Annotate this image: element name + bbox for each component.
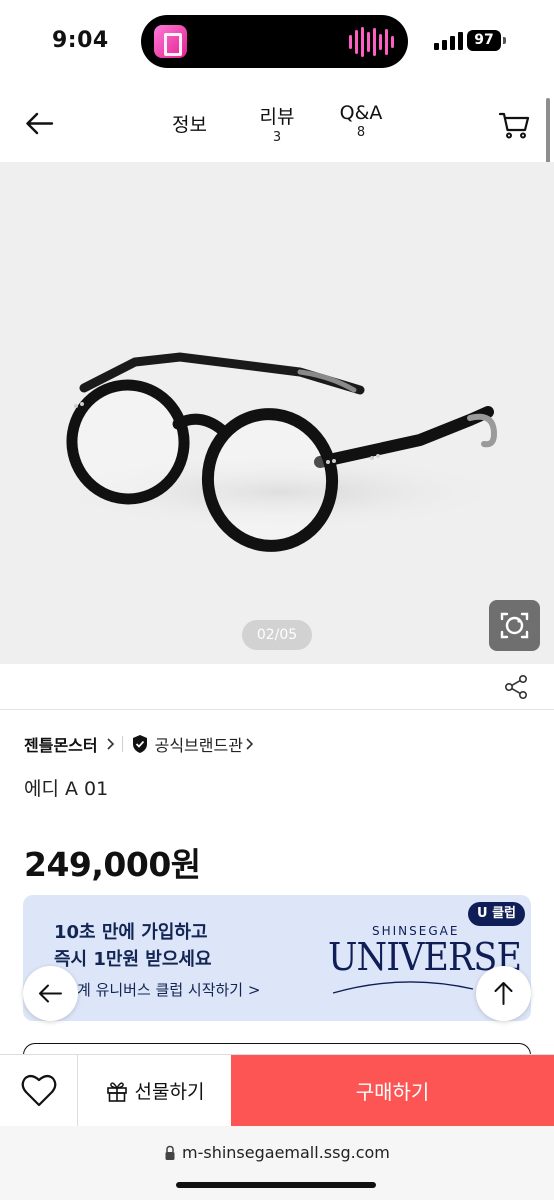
eyeglasses-product-image [50,352,510,552]
chevron-right-icon [246,738,254,750]
tab-info-label: 정보 [172,114,207,136]
shopping-cart-icon [498,112,530,139]
scroll-to-top-button[interactable] [476,966,531,1021]
universe-club-banner[interactable]: 10초 만에 가입하고 즉시 1만원 받으세요 계 유니버스 클럽 시작하기 >… [23,895,531,1021]
floating-back-button[interactable] [23,966,78,1021]
buy-button[interactable]: 구매하기 [231,1055,554,1126]
product-name: 에디 A 01 [24,778,109,800]
buy-button-label: 구매하기 [355,1080,430,1104]
heart-icon [21,1075,57,1107]
gift-button-label: 선물하기 [134,1081,205,1103]
gift-button[interactable]: 선물하기 [78,1055,231,1126]
arrow-left-icon [39,984,62,1003]
image-counter: 02/05 [242,620,312,650]
battery-icon: 97 [467,30,501,51]
lock-icon [165,1145,175,1160]
visual-search-button[interactable] [489,600,540,651]
brand-row: 젠틀몬스터 공식브랜드관 [24,731,257,757]
cart-button[interactable] [494,104,534,144]
tab-review[interactable]: 리뷰 3 [254,102,300,145]
cellular-signal-icon [434,32,463,50]
wishlist-button[interactable] [0,1055,78,1126]
arrow-up-icon [494,982,513,1005]
banner-headline-1: 10초 만에 가입하고 [54,922,208,943]
shield-check-icon [132,735,147,753]
audio-waveform-icon [349,26,394,58]
share-icon [504,674,527,699]
review-count: 3 [272,130,282,145]
battery-tip [503,37,506,44]
qna-count: 8 [356,125,366,140]
product-image-gallery[interactable]: 02/05 [0,162,554,664]
browser-url[interactable]: m-shinsegaemall.ssg.com [182,1143,390,1162]
arrow-left-icon [26,112,54,135]
tab-info[interactable]: 정보 [172,110,207,137]
product-header: 정보 리뷰 3 Q&A 8 [0,84,554,162]
gift-icon [106,1081,127,1102]
status-time: 9:04 [52,28,109,53]
browser-url-bar[interactable]: m-shinsegaemall.ssg.com [0,1126,554,1200]
u-club-badge: U 클럽 [467,902,525,926]
visual-search-camera-icon [500,612,529,639]
divider [121,736,123,752]
official-brand-store-link[interactable]: 공식브랜드관 [155,732,243,756]
chevron-right-icon [107,738,114,750]
home-indicator[interactable] [176,1182,376,1188]
back-button[interactable] [20,104,60,144]
banner-cta-link[interactable]: 계 유니버스 클럽 시작하기 > [77,979,260,1000]
tab-qna-label: Q&A [339,102,383,124]
page-scrollbar[interactable] [546,98,550,170]
share-row [0,664,554,710]
share-button[interactable] [503,674,529,700]
tab-qna[interactable]: Q&A 8 [336,102,386,140]
universe-logo-arc [332,981,474,994]
status-bar: 9:04 97 [0,0,554,84]
dynamic-island[interactable] [141,15,408,68]
bottom-action-bar: 선물하기 구매하기 [0,1054,554,1126]
brand-link[interactable]: 젠틀몬스터 [24,732,98,756]
product-price: 249,000원 [24,845,201,884]
now-playing-app-icon [154,25,187,58]
tab-review-label: 리뷰 [259,106,295,128]
